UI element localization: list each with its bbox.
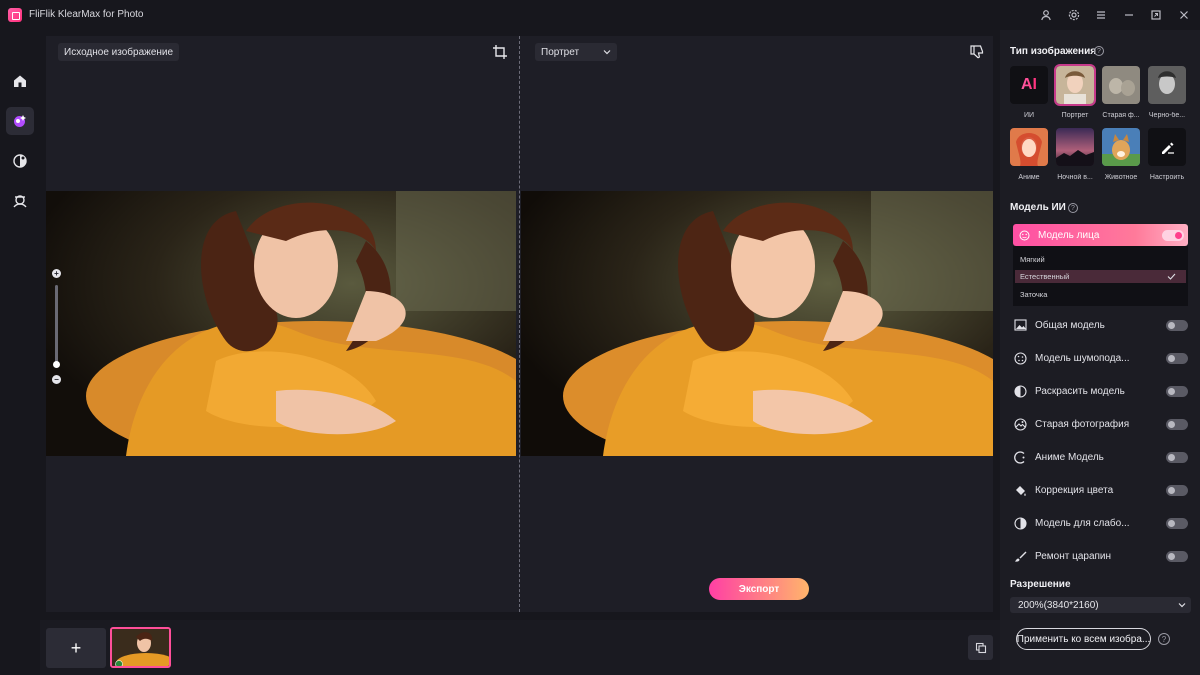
type-anime-tile[interactable] xyxy=(1010,128,1048,166)
close-icon[interactable] xyxy=(1176,7,1192,23)
home-icon[interactable] xyxy=(6,67,34,95)
denoise-model-toggle[interactable] xyxy=(1166,352,1188,364)
title-bar: FliFlik KlearMax for Photo xyxy=(0,0,1200,30)
apply-to-all-button[interactable]: Применить ко всем изобра... xyxy=(1016,628,1151,650)
zoom-slider-track[interactable] xyxy=(55,285,58,365)
menu-icon[interactable] xyxy=(1093,7,1109,23)
ai-model-title: Модель ИИ xyxy=(1010,202,1066,213)
ai-badge: AI xyxy=(1021,76,1037,93)
face-option-sharpen[interactable]: Заточка xyxy=(1015,288,1186,301)
zoom-in-button[interactable]: + xyxy=(52,269,61,278)
type-animal-tile[interactable] xyxy=(1102,128,1140,166)
face-option-natural-label: Естественный xyxy=(1020,272,1070,281)
resolution-title: Разрешение xyxy=(1010,579,1071,590)
chevron-down-icon xyxy=(603,50,611,55)
anime-model-toggle[interactable] xyxy=(1166,451,1188,463)
enhance-icon[interactable] xyxy=(6,107,34,135)
model-row-scratch-repair[interactable]: Ремонт царапин xyxy=(1013,546,1188,566)
export-button[interactable]: Экспорт xyxy=(709,578,809,600)
colorize-icon xyxy=(1013,384,1027,398)
zoom-slider-handle[interactable] xyxy=(53,361,60,368)
original-photo xyxy=(46,191,516,456)
face-option-soft[interactable]: Мягкий xyxy=(1015,253,1186,266)
paint-bucket-icon xyxy=(1013,483,1027,497)
colorize-model-toggle[interactable] xyxy=(1166,385,1188,397)
maximize-icon[interactable] xyxy=(1148,7,1164,23)
type-animal-label: Животное xyxy=(1104,174,1138,181)
app-logo-icon xyxy=(8,8,22,22)
face-option-natural[interactable]: Естественный xyxy=(1015,270,1186,283)
type-portrait-tile[interactable] xyxy=(1054,64,1096,106)
type-portrait-label: Портрет xyxy=(1061,112,1089,119)
original-image-label: Исходное изображение xyxy=(58,43,180,61)
type-old-photo-label: Старая ф... xyxy=(1102,112,1140,119)
face-icon xyxy=(1019,230,1030,241)
type-old-photo-tile[interactable] xyxy=(1102,66,1140,104)
compare-divider[interactable] xyxy=(519,36,520,612)
model-row-colorize[interactable]: Раскрасить модель xyxy=(1013,381,1188,401)
old-photo-model-toggle[interactable] xyxy=(1166,418,1188,430)
left-rail xyxy=(0,30,40,675)
model-row-general[interactable]: Общая модель xyxy=(1013,315,1188,335)
model-row-old-photo[interactable]: Старая фотография xyxy=(1013,414,1188,434)
minimize-icon[interactable] xyxy=(1121,7,1137,23)
preset-value: Портрет xyxy=(541,46,580,58)
resolution-value: 200%(3840*2160) xyxy=(1018,599,1099,611)
general-model-toggle[interactable] xyxy=(1166,319,1188,331)
image-type-title: Тип изображения xyxy=(1010,46,1097,57)
crop-icon[interactable] xyxy=(492,44,508,60)
scratch-repair-toggle[interactable] xyxy=(1166,550,1188,562)
type-night-label: Ночной в... xyxy=(1057,174,1093,181)
model-row-color-correction[interactable]: Коррекция цвета xyxy=(1013,480,1188,500)
model-row-anime[interactable]: Аниме Модель xyxy=(1013,447,1188,467)
account-icon[interactable] xyxy=(1038,7,1054,23)
resolution-dropdown[interactable]: 200%(3840*2160) xyxy=(1010,597,1191,613)
type-custom-label: Настроить xyxy=(1149,174,1185,181)
type-anime-label: Аниме xyxy=(1018,174,1040,181)
type-custom-tile[interactable] xyxy=(1148,128,1186,166)
enhanced-photo xyxy=(521,191,993,456)
face-model-label: Модель лица xyxy=(1038,229,1100,241)
type-bw-label: Черно-бе... xyxy=(1148,112,1186,119)
model-row-low-light[interactable]: Модель для слабо... xyxy=(1013,513,1188,533)
model-row-denoise[interactable]: Модель шумопода... xyxy=(1013,348,1188,368)
zoom-out-button[interactable]: − xyxy=(52,375,61,384)
help-icon[interactable]: ? xyxy=(1094,46,1104,56)
face-model-toggle[interactable] xyxy=(1162,229,1184,241)
thumbnail-strip xyxy=(40,620,1000,675)
type-ai-tile[interactable]: AI xyxy=(1010,66,1048,104)
colorize-tool-icon[interactable] xyxy=(6,147,34,175)
image-icon xyxy=(1013,318,1027,332)
type-night-tile[interactable] xyxy=(1056,128,1094,166)
face-tool-icon[interactable] xyxy=(6,187,34,215)
low-light-model-toggle[interactable] xyxy=(1166,517,1188,529)
face-model-header[interactable]: Модель лица xyxy=(1013,224,1188,246)
chevron-down-icon xyxy=(1178,603,1186,608)
type-bw-tile[interactable] xyxy=(1148,66,1186,104)
dislike-icon[interactable] xyxy=(969,44,985,60)
help-icon[interactable]: ? xyxy=(1068,203,1078,213)
settings-gear-icon[interactable] xyxy=(1066,7,1082,23)
color-correction-toggle[interactable] xyxy=(1166,484,1188,496)
preset-dropdown[interactable]: Портрет xyxy=(535,43,617,61)
add-image-button[interactable]: + xyxy=(46,628,106,668)
old-photo-icon xyxy=(1013,417,1027,431)
app-title: FliFlik KlearMax for Photo xyxy=(29,9,144,20)
image-thumbnail[interactable] xyxy=(110,627,171,668)
check-icon xyxy=(1167,273,1176,280)
type-ai-label: ИИ xyxy=(1023,112,1035,119)
duplicate-icon[interactable] xyxy=(968,635,993,660)
noise-icon xyxy=(1013,351,1027,365)
brush-icon xyxy=(1013,549,1027,563)
help-icon[interactable]: ? xyxy=(1158,633,1170,645)
contrast-icon xyxy=(1013,516,1027,530)
anime-icon xyxy=(1013,450,1027,464)
